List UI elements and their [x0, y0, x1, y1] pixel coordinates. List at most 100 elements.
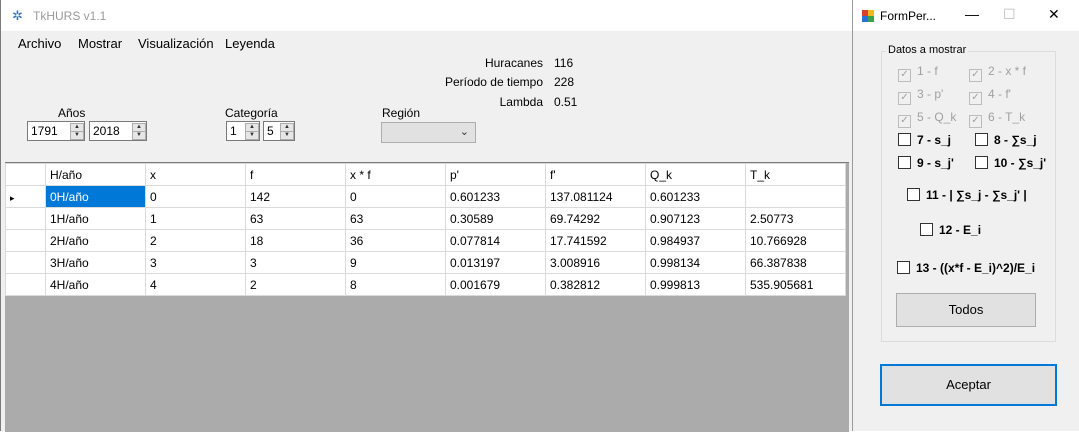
grid-cell[interactable]: 1H/año: [45, 207, 146, 230]
grid-cell[interactable]: 2H/año: [45, 229, 146, 252]
region-select[interactable]: ⌄: [381, 122, 476, 143]
menu-mostrar[interactable]: Mostrar: [78, 36, 122, 51]
grid-cell[interactable]: 2: [245, 273, 346, 296]
menu-archivo[interactable]: Archivo: [18, 36, 61, 51]
category-to-spinner[interactable]: 5 ▲ ▼: [263, 121, 295, 141]
grid-cell[interactable]: 0: [145, 185, 246, 208]
checkbox-empty-icon[interactable]: [975, 133, 988, 146]
data-grid[interactable]: H/año x f x * f p' f' Q_k T_k ▸ 0H/año 0 14…: [5, 162, 849, 432]
table-row[interactable]: 2H/año 2 18 36 0.077814 17.741592 0.984937 10.7…: [5, 229, 846, 252]
grid-cell[interactable]: 0.382812: [545, 273, 646, 296]
checkbox-item[interactable]: ✓ 6 - T_k: [969, 110, 1025, 128]
checkbox-item[interactable]: ✓ 5 - Q_k: [898, 110, 956, 128]
year-from-spinner[interactable]: 1791 ▲ ▼: [27, 121, 85, 141]
checkbox-empty-icon[interactable]: [898, 133, 911, 146]
checkbox-item[interactable]: 10 - ∑s_j': [975, 156, 1046, 170]
checkbox-item[interactable]: ✓ 2 - x * f: [969, 64, 1026, 82]
col-header-x-times-f[interactable]: x * f: [345, 163, 446, 186]
grid-cell[interactable]: 1: [145, 207, 246, 230]
checkbox-empty-icon[interactable]: [898, 156, 911, 169]
grid-cell[interactable]: 0.601233: [445, 185, 546, 208]
col-header-f-prime[interactable]: f': [545, 163, 646, 186]
menu-visualizacion[interactable]: Visualización: [138, 36, 214, 51]
checkbox-item[interactable]: ✓ 4 - f': [969, 87, 1011, 105]
category-from-spinner[interactable]: 1 ▲ ▼: [226, 121, 260, 141]
close-icon[interactable]: ✕: [1048, 6, 1060, 23]
grid-cell[interactable]: 2.50773: [745, 207, 846, 230]
spin-down-icon[interactable]: ▼: [280, 131, 294, 140]
row-header[interactable]: ▸: [5, 185, 46, 208]
grid-cell[interactable]: 0: [345, 185, 446, 208]
checkbox-item[interactable]: 7 - s_j: [898, 133, 951, 147]
grid-cell[interactable]: [745, 185, 846, 208]
grid-cell[interactable]: 0.984937: [645, 229, 746, 252]
row-header[interactable]: [5, 273, 46, 296]
grid-cell[interactable]: 9: [345, 251, 446, 274]
table-row[interactable]: 3H/año 3 3 9 0.013197 3.008916 0.998134 66.3878…: [5, 251, 846, 274]
checkbox-checked-icon[interactable]: ✓: [969, 115, 982, 128]
checkbox-item[interactable]: 11 - | ∑s_j - ∑s_j' |: [907, 188, 1027, 202]
checkbox-item[interactable]: 9 - s_j': [898, 156, 954, 170]
col-header-h-ano[interactable]: H/año: [45, 163, 146, 186]
col-header-t-k[interactable]: T_k: [745, 163, 846, 186]
checkbox-checked-icon[interactable]: ✓: [898, 69, 911, 82]
col-header-x[interactable]: x: [145, 163, 246, 186]
grid-cell[interactable]: 4H/año: [45, 273, 146, 296]
col-header-f[interactable]: f: [245, 163, 346, 186]
table-row[interactable]: ▸ 0H/año 0 142 0 0.601233 137.081124 0.601233: [5, 185, 846, 208]
grid-cell[interactable]: 69.74292: [545, 207, 646, 230]
grid-cell[interactable]: 137.081124: [545, 185, 646, 208]
minimize-icon[interactable]: —: [965, 6, 979, 22]
grid-cell[interactable]: 0.999813: [645, 273, 746, 296]
checkbox-checked-icon[interactable]: ✓: [898, 115, 911, 128]
grid-cell[interactable]: 0.30589: [445, 207, 546, 230]
grid-cell[interactable]: 0.601233: [645, 185, 746, 208]
row-header[interactable]: [5, 229, 46, 252]
grid-cell[interactable]: 63: [345, 207, 446, 230]
grid-cell[interactable]: 0.077814: [445, 229, 546, 252]
grid-cell[interactable]: 4: [145, 273, 246, 296]
checkbox-empty-icon[interactable]: [897, 261, 910, 274]
checkbox-empty-icon[interactable]: [975, 156, 988, 169]
checkbox-checked-icon[interactable]: ✓: [898, 92, 911, 105]
grid-cell[interactable]: 17.741592: [545, 229, 646, 252]
checkbox-checked-icon[interactable]: ✓: [969, 69, 982, 82]
checkbox-item[interactable]: ✓ 1 - f: [898, 64, 938, 82]
grid-cell[interactable]: 8: [345, 273, 446, 296]
form-per-title-bar[interactable]: FormPer... — ☐ ✕: [853, 0, 1079, 31]
grid-cell[interactable]: 18: [245, 229, 346, 252]
grid-cell[interactable]: 0.907123: [645, 207, 746, 230]
spin-down-icon[interactable]: ▼: [70, 131, 84, 140]
col-header-p-prime[interactable]: p': [445, 163, 546, 186]
maximize-icon[interactable]: ☐: [1003, 6, 1016, 23]
checkbox-empty-icon[interactable]: [920, 223, 933, 236]
todos-button[interactable]: Todos: [896, 293, 1036, 327]
grid-cell[interactable]: 36: [345, 229, 446, 252]
spin-down-icon[interactable]: ▼: [132, 131, 146, 140]
grid-cell[interactable]: 63: [245, 207, 346, 230]
table-row[interactable]: 1H/año 1 63 63 0.30589 69.74292 0.907123 2.5077…: [5, 207, 846, 230]
checkbox-item[interactable]: 12 - E_i: [920, 223, 981, 237]
checkbox-item[interactable]: 13 - ((x*f - E_i)^2)/E_i: [897, 261, 1035, 275]
table-row[interactable]: 4H/año 4 2 8 0.001679 0.382812 0.999813 535.905…: [5, 273, 846, 296]
row-header[interactable]: [5, 207, 46, 230]
grid-corner-header[interactable]: [5, 163, 46, 186]
grid-cell[interactable]: 0H/año: [45, 185, 146, 208]
grid-cell[interactable]: 535.905681: [745, 273, 846, 296]
checkbox-item[interactable]: 8 - ∑s_j: [975, 133, 1037, 147]
menu-leyenda[interactable]: Leyenda: [225, 36, 275, 51]
year-to-spinner[interactable]: 2018 ▲ ▼: [89, 121, 147, 141]
grid-cell[interactable]: 3H/año: [45, 251, 146, 274]
grid-cell[interactable]: 0.998134: [645, 251, 746, 274]
grid-cell[interactable]: 0.013197: [445, 251, 546, 274]
row-header[interactable]: [5, 251, 46, 274]
checkbox-item[interactable]: ✓ 3 - p': [898, 87, 943, 105]
grid-cell[interactable]: 2: [145, 229, 246, 252]
grid-cell[interactable]: 10.766928: [745, 229, 846, 252]
col-header-q-k[interactable]: Q_k: [645, 163, 746, 186]
grid-cell[interactable]: 3: [145, 251, 246, 274]
checkbox-checked-icon[interactable]: ✓: [969, 92, 982, 105]
grid-cell[interactable]: 66.387838: [745, 251, 846, 274]
grid-cell[interactable]: 142: [245, 185, 346, 208]
aceptar-button[interactable]: Aceptar: [880, 364, 1057, 406]
